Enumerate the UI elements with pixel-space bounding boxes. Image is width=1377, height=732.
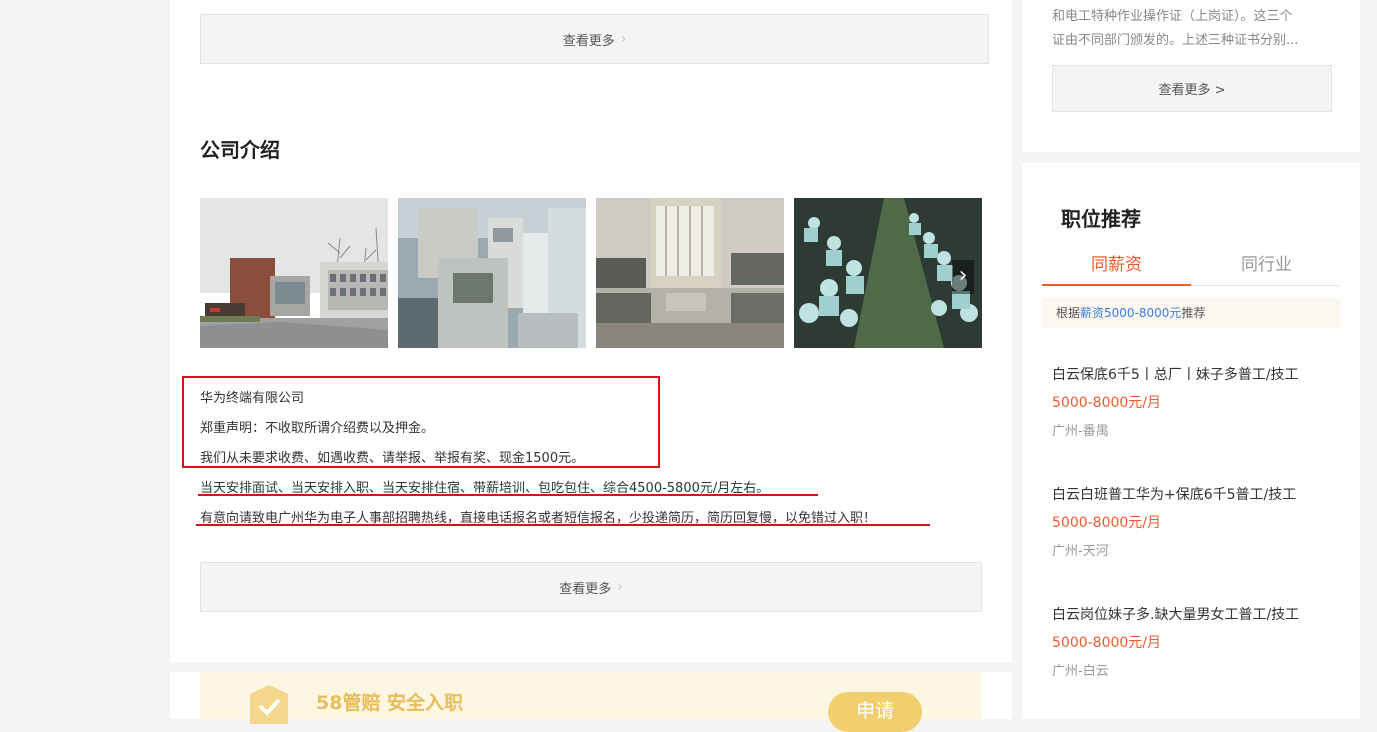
cert-more-button[interactable]: 查看更多 > xyxy=(1052,65,1332,112)
job-salary: 5000-8000元/月 xyxy=(1052,515,1162,531)
annotation-box xyxy=(182,376,660,468)
cert-more-label: 查看更多 > xyxy=(1158,83,1226,98)
machine-photo xyxy=(398,198,586,348)
annotation-underline-2 xyxy=(196,524,930,526)
job-location: 广州-天河 xyxy=(1052,544,1109,559)
chevron-right-icon: › xyxy=(620,31,627,47)
job-salary: 5000-8000元/月 xyxy=(1052,395,1162,411)
basis-prefix: 根据 xyxy=(1056,306,1081,320)
carousel-next-button[interactable]: › xyxy=(952,260,974,294)
tab-same-industry[interactable]: 同行业 xyxy=(1241,250,1292,275)
tab-active-indicator xyxy=(1042,284,1191,286)
basis-suffix: 推荐 xyxy=(1181,306,1206,320)
company-photo-building[interactable] xyxy=(200,198,388,348)
top-more-label: 查看更多 xyxy=(562,33,615,49)
apply-button[interactable]: 申请 xyxy=(828,692,922,732)
top-more-button[interactable]: 查看更多 › xyxy=(200,14,989,64)
company-photo-dormitory[interactable] xyxy=(596,198,784,348)
chevron-right-icon: › xyxy=(958,263,968,288)
building-photo xyxy=(200,198,388,348)
dormitory-photo xyxy=(596,198,784,348)
job-title[interactable]: 白云岗位妹子多.缺大量男女工普工/技工 xyxy=(1052,604,1299,624)
job-location: 广州-番禺 xyxy=(1052,424,1109,439)
company-photo-machine[interactable] xyxy=(398,198,586,348)
cert-text-line-2: 证由不同部门颁发的。上述三种证书分别... xyxy=(1052,33,1299,48)
company-more-button[interactable]: 查看更多 › xyxy=(200,562,982,612)
company-photo-workshop[interactable]: › xyxy=(794,198,982,348)
basis-salary-link[interactable]: 薪资5000-8000元 xyxy=(1080,306,1181,320)
job-location: 广州-白云 xyxy=(1052,664,1109,679)
recommend-basis: 根据薪资5000-8000元推荐 xyxy=(1042,298,1340,328)
guarantee-title: 58管赔 安全入职 xyxy=(316,692,464,714)
company-intro-title: 公司介绍 xyxy=(200,138,280,162)
annotation-underline-1 xyxy=(198,494,818,496)
chevron-right-icon: › xyxy=(617,579,623,595)
job-salary: 5000-8000元/月 xyxy=(1052,635,1162,651)
tab-same-salary[interactable]: 同薪资 xyxy=(1091,250,1142,275)
shield-check-icon xyxy=(248,684,290,728)
company-more-label: 查看更多 xyxy=(559,581,612,597)
recommend-title: 职位推荐 xyxy=(1061,207,1141,231)
job-title[interactable]: 白云白班普工华为+保底6千5普工/技工 xyxy=(1052,484,1296,504)
job-title[interactable]: 白云保底6千5丨总厂丨妹子多普工/技工 xyxy=(1052,364,1299,384)
cert-text-line-1: 和电工特种作业操作证（上岗证）。这三个 xyxy=(1052,9,1293,24)
